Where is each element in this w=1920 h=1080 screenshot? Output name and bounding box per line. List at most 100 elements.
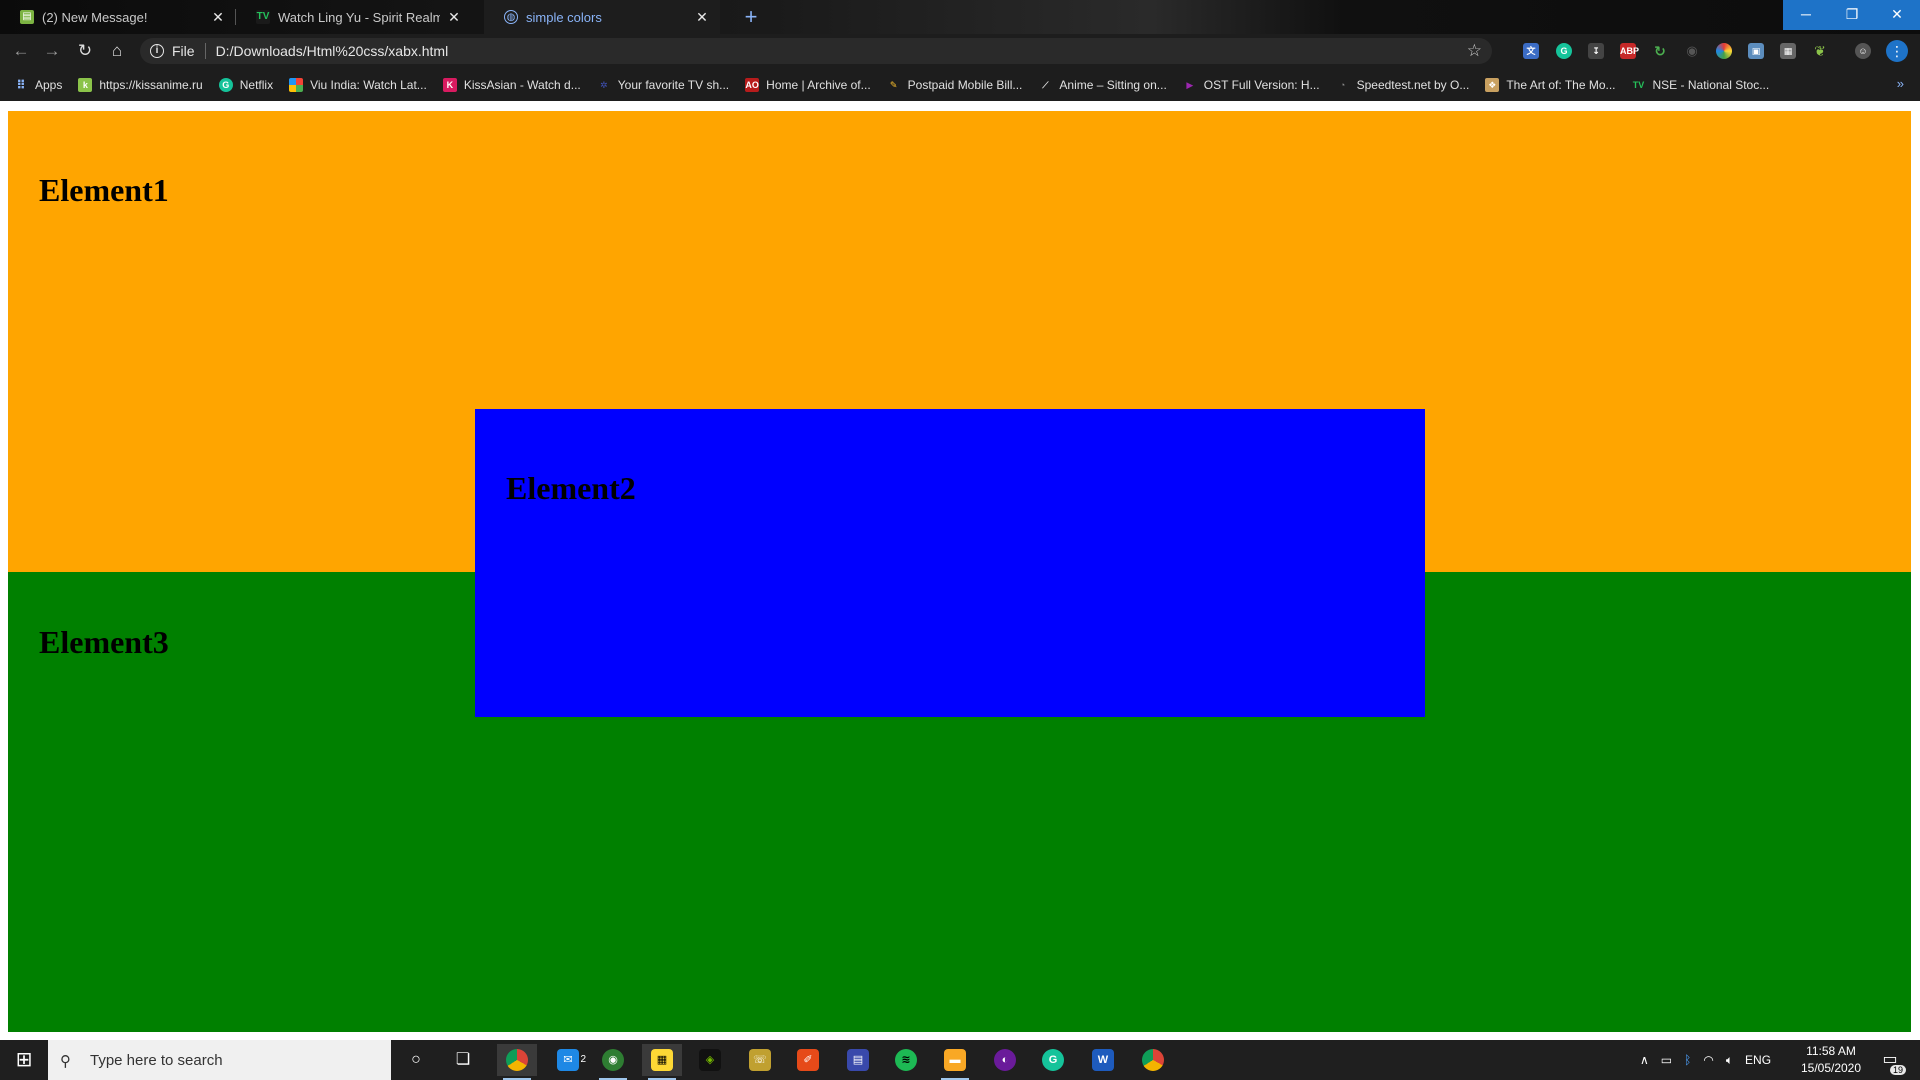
tab-title: (2) New Message! (42, 9, 148, 25)
element2-heading: Element2 (506, 470, 636, 506)
profile-avatar-icon[interactable]: ☺ (1855, 43, 1871, 59)
tab-new-message[interactable]: ▤ (2) New Message! ✕ (0, 0, 236, 34)
restore-window-button[interactable]: ❐ (1829, 0, 1875, 30)
bookmark-label: Postpaid Mobile Bill... (907, 77, 1023, 92)
bookmark-viu[interactable]: Viu India: Watch Lat... (289, 77, 427, 92)
windows-start-icon[interactable]: ⊞ (0, 1040, 48, 1080)
browser-toolbar: ← → ↻ ⌂ i File D:/Downloads/Html%20css/x… (0, 34, 1920, 68)
home-icon[interactable]: ⌂ (105, 39, 129, 63)
close-tab-icon[interactable]: ✕ (694, 9, 710, 26)
taskbar-mail-icon[interactable]: ✉ 2 (548, 1044, 588, 1076)
element2-box: Element2 (475, 409, 1425, 717)
forward-arrow-icon[interactable]: → (40, 39, 64, 63)
screenshot-extension-icon[interactable]: ▣ (1748, 43, 1764, 59)
globe-icon: ◍ (504, 10, 518, 24)
bluetooth-icon[interactable]: ᛒ (1684, 1053, 1691, 1067)
notification-center-icon[interactable]: ▭ 19 (1878, 1049, 1906, 1075)
bookmark-label: NSE - National Stoc... (1652, 77, 1770, 92)
bookmark-anime[interactable]: ⟋ Anime – Sitting on... (1038, 78, 1167, 92)
taskbar-nvidia-icon[interactable]: ◈ (690, 1044, 730, 1076)
tv-icon: TV (256, 10, 270, 24)
taskbar-clock[interactable]: 11:58 AM 15/05/2020 (1796, 1043, 1866, 1077)
wifi-icon[interactable]: ◠ (1703, 1053, 1713, 1067)
extension-icon[interactable]: ↧ (1588, 43, 1604, 59)
taskbar-grammarly-icon[interactable]: G (1033, 1044, 1073, 1076)
address-bar[interactable]: i File D:/Downloads/Html%20css/xabx.html… (140, 38, 1492, 64)
close-window-button[interactable]: ✕ (1874, 0, 1920, 30)
viu-icon (289, 77, 304, 92)
site-info-icon[interactable]: i (150, 44, 164, 58)
bookmark-tv-shows[interactable]: ✲ Your favorite TV sh... (597, 78, 729, 92)
browser-menu-icon[interactable]: ⋮ (1886, 40, 1908, 62)
taskbar-word-icon[interactable]: W (1083, 1044, 1123, 1076)
bookmark-nse[interactable]: TV NSE - National Stoc... (1632, 77, 1770, 92)
disabled-extension-icon[interactable]: ◉ (1684, 43, 1700, 59)
bookmark-label: Speedtest.net by O... (1356, 77, 1470, 92)
leaf-extension-icon[interactable]: ❦ (1812, 43, 1828, 59)
archive-icon: AO (745, 77, 760, 92)
url-text[interactable]: D:/Downloads/Html%20css/xabx.html (216, 43, 449, 59)
tab-title: simple colors (526, 9, 602, 25)
windows-taskbar: ⊞ ⚲ Type here to search ○ ❏ ✉ 2 ◉ ▦ ◈ ☏ ✐… (0, 1040, 1920, 1080)
bookmark-postpaid[interactable]: ✎ Postpaid Mobile Bill... (887, 78, 1023, 92)
page-icon: ▤ (20, 10, 34, 24)
taskbar-file-explorer-icon[interactable]: ▬ (935, 1044, 975, 1080)
battery-icon[interactable]: ▭ (1661, 1053, 1672, 1067)
back-arrow-icon[interactable]: ← (9, 39, 33, 63)
tab-watch-ling-yu[interactable]: TV Watch Ling Yu - Spirit Realm S2 ✕ (236, 0, 472, 34)
bookmark-netflix[interactable]: G Netflix (218, 77, 273, 92)
ost-play-icon: ▶ (1186, 79, 1194, 90)
taskbar-spotify-icon[interactable]: ≋ (886, 1044, 926, 1076)
art-icon: ❖ (1485, 77, 1500, 92)
bookmark-kissasian[interactable]: K KissAsian - Watch d... (442, 77, 581, 92)
grammarly-extension-icon[interactable]: G (1556, 43, 1572, 59)
more-bookmarks-icon[interactable]: » (1897, 76, 1904, 91)
bookmark-art-of[interactable]: ❖ The Art of: The Mo... (1485, 77, 1616, 92)
color-picker-extension-icon[interactable] (1716, 43, 1732, 59)
taskbar-chrome-icon[interactable] (497, 1044, 537, 1080)
language-indicator[interactable]: ENG (1745, 1053, 1771, 1067)
close-tab-icon[interactable]: ✕ (210, 9, 226, 26)
kissanime-icon: k (78, 77, 93, 92)
taskbar-paint-icon[interactable]: ✐ (788, 1044, 828, 1076)
chevron-up-icon[interactable]: ∧ (1640, 1053, 1649, 1067)
bookmark-label: Apps (35, 77, 63, 92)
bookmark-label: Viu India: Watch Lat... (310, 77, 427, 92)
clock-time: 11:58 AM (1806, 1044, 1856, 1058)
minimize-window-button[interactable]: ─ (1783, 0, 1829, 30)
bookmarks-bar: ⠿ Apps k https://kissanime.ru G Netflix Viu… (0, 68, 1920, 101)
kissasian-icon: K (442, 77, 457, 92)
bookmark-label: https://kissanime.ru (99, 77, 203, 92)
taskbar-search-box[interactable]: ⚲ Type here to search (48, 1040, 391, 1080)
taskbar-tor-icon[interactable]: ◐ (985, 1044, 1025, 1076)
bookmark-kissanime[interactable]: k https://kissanime.ru (78, 77, 203, 92)
bookmark-label: Your favorite TV sh... (617, 77, 730, 92)
bookmark-star-icon[interactable]: ☆ (1467, 41, 1482, 61)
refresh-extension-icon[interactable]: ↻ (1652, 43, 1668, 59)
page-viewport: Element1 Element3 Element2 (0, 101, 1920, 1040)
close-tab-icon[interactable]: ✕ (446, 9, 462, 26)
bookmark-ost[interactable]: ▶ OST Full Version: H... (1183, 78, 1319, 92)
reload-icon[interactable]: ↻ (73, 39, 97, 63)
bookmark-speedtest[interactable]: ◔ Speedtest.net by O... (1336, 77, 1470, 92)
taskbar-sticky-notes-icon[interactable]: ▦ (642, 1044, 682, 1080)
tv-show-icon: ✲ (599, 79, 608, 90)
translate-extension-icon[interactable]: 文 (1523, 43, 1539, 59)
taskbar-globe-app-icon[interactable]: ◉ (593, 1044, 633, 1080)
anime-icon: ⟋ (1042, 79, 1049, 90)
taskbar-chrome-profile-icon[interactable] (1133, 1044, 1173, 1076)
new-tab-button[interactable]: + (738, 4, 764, 30)
volume-icon[interactable]: 🔈︎ (1726, 1053, 1733, 1068)
tab-simple-colors[interactable]: ◍ simple colors ✕ (484, 0, 720, 34)
taskbar-teams-icon[interactable]: ▤ (838, 1044, 878, 1076)
clock-date: 15/05/2020 (1800, 1061, 1862, 1075)
cortana-icon[interactable]: ○ (396, 1044, 436, 1076)
extension-puzzle-icon[interactable]: ▦ (1780, 43, 1796, 59)
bookmark-apps[interactable]: ⠿ Apps (14, 78, 62, 92)
url-scheme-label: File (172, 43, 195, 59)
adblock-extension-icon[interactable]: ABP (1620, 43, 1639, 59)
taskbar-whatsapp-icon[interactable]: ☏ (740, 1044, 780, 1076)
bookmark-archive[interactable]: AO Home | Archive of... (745, 77, 871, 92)
task-view-icon[interactable]: ❏ (443, 1044, 483, 1076)
bookmark-label: Home | Archive of... (766, 77, 871, 92)
